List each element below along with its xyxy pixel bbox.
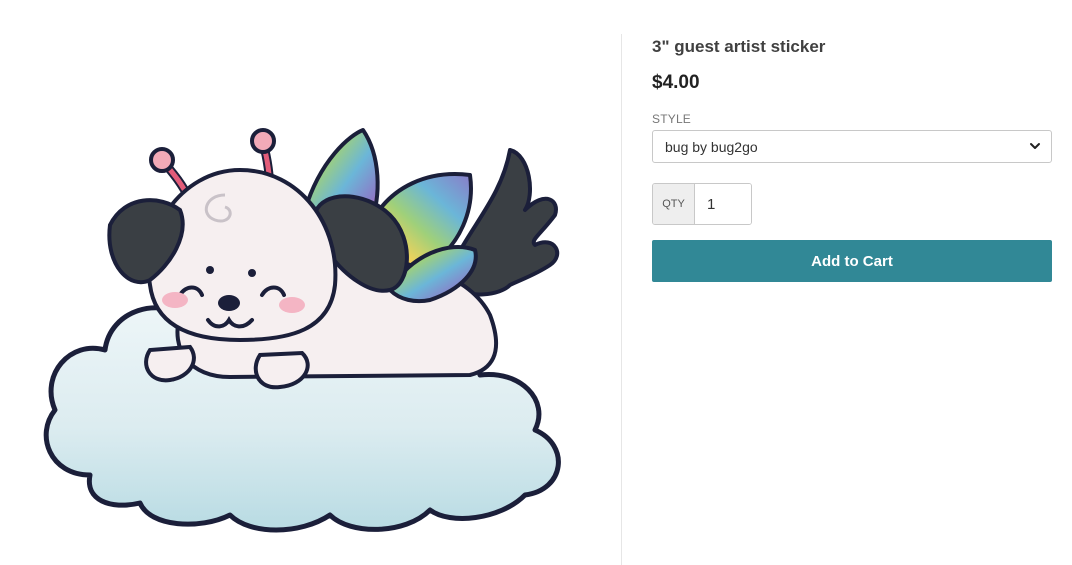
product-title: 3" guest artist sticker	[652, 37, 826, 56]
quantity-input[interactable]	[695, 184, 751, 224]
quantity-label: QTY	[653, 184, 695, 224]
add-to-cart-button[interactable]: Add to Cart	[652, 240, 1052, 282]
style-select[interactable]: bug by bug2go	[652, 130, 1052, 163]
product-image	[43, 128, 561, 533]
style-label: STYLE	[652, 112, 692, 126]
chevron-down-icon	[1030, 143, 1040, 149]
product-image-panel	[0, 0, 621, 565]
quantity-group: QTY	[652, 183, 752, 225]
panel-divider	[621, 34, 622, 565]
product-details: 3" guest artist sticker $4.00 STYLE bug …	[652, 36, 1052, 282]
product-page: 3" guest artist sticker $4.00 STYLE bug …	[0, 0, 1072, 565]
product-price: $4.00	[652, 72, 700, 93]
style-select-value: bug by bug2go	[665, 139, 758, 155]
